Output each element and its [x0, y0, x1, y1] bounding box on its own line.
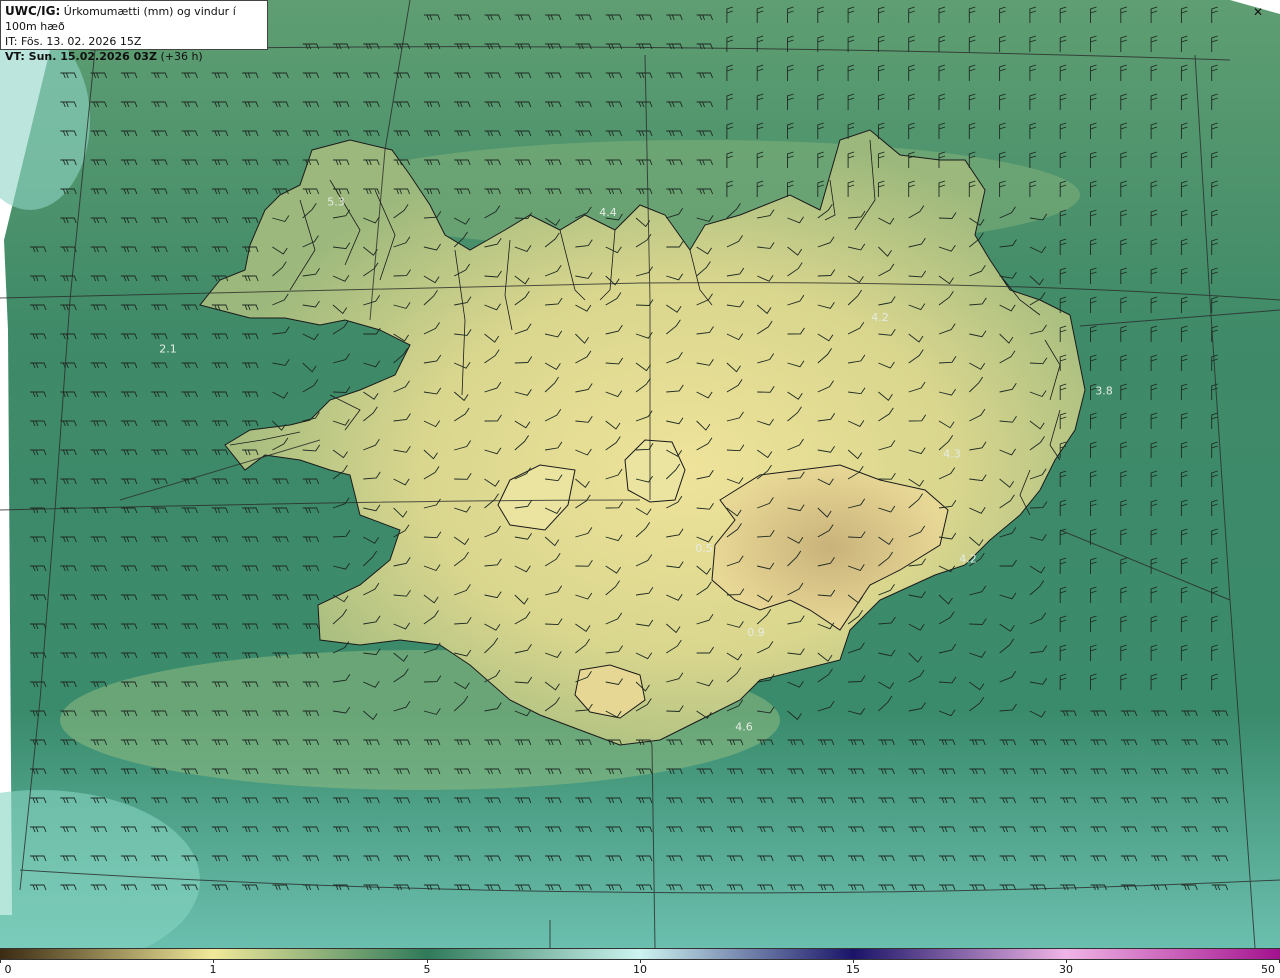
field-value-label: 5.3: [327, 196, 345, 209]
colorbar-tick: [0, 960, 1, 963]
x-corner-icon[interactable]: ✕: [1252, 6, 1264, 18]
colorbar-label: 50: [1261, 963, 1275, 976]
colorbar-label: 0: [4, 963, 12, 976]
colorbar-label: 15: [846, 963, 860, 976]
field-value-label: 3.8: [1095, 385, 1113, 398]
colorbar-gradient: [0, 948, 1280, 960]
colorbar-label: 1: [209, 963, 217, 976]
field-value-label: 4.4: [599, 206, 617, 219]
colorbar-label: 5: [423, 963, 431, 976]
model-name: UWC/IG:: [5, 4, 61, 18]
valid-time: VT: Sun. 15.02.2026 03Z: [5, 50, 157, 63]
colorbar-label: 30: [1059, 963, 1073, 976]
colorbar: 0 1 5 10 15 30 50: [0, 948, 1280, 978]
field-value-label: 4.3: [943, 448, 961, 461]
field-value-label: 4.6: [735, 721, 753, 734]
field-value-label: 0.9: [747, 626, 765, 639]
colorbar-label: 10: [633, 963, 647, 976]
title-row: UWC/IG: Úrkomumætti (mm) og vindur í 100…: [5, 4, 263, 34]
lead-time: (+36 h): [160, 50, 203, 63]
precipitation-wind-map: 5.3 4.4 4.2 3.8 4.3 4.2 0.5 0.9 4.6 2.1: [0, 0, 1280, 948]
field-value-label: 0.5: [695, 542, 713, 555]
issue-time: IT: Fös. 13. 02. 2026 15Z: [5, 35, 142, 48]
valid-time-row: VT: Sun. 15.02.2026 03Z (+36 h): [5, 49, 263, 64]
field-value-label: 2.1: [159, 343, 177, 356]
header-info-box: UWC/IG: Úrkomumætti (mm) og vindur í 100…: [0, 0, 268, 63]
field-value-label: 4.2: [959, 553, 977, 566]
field-value-label: 4.2: [871, 311, 889, 324]
